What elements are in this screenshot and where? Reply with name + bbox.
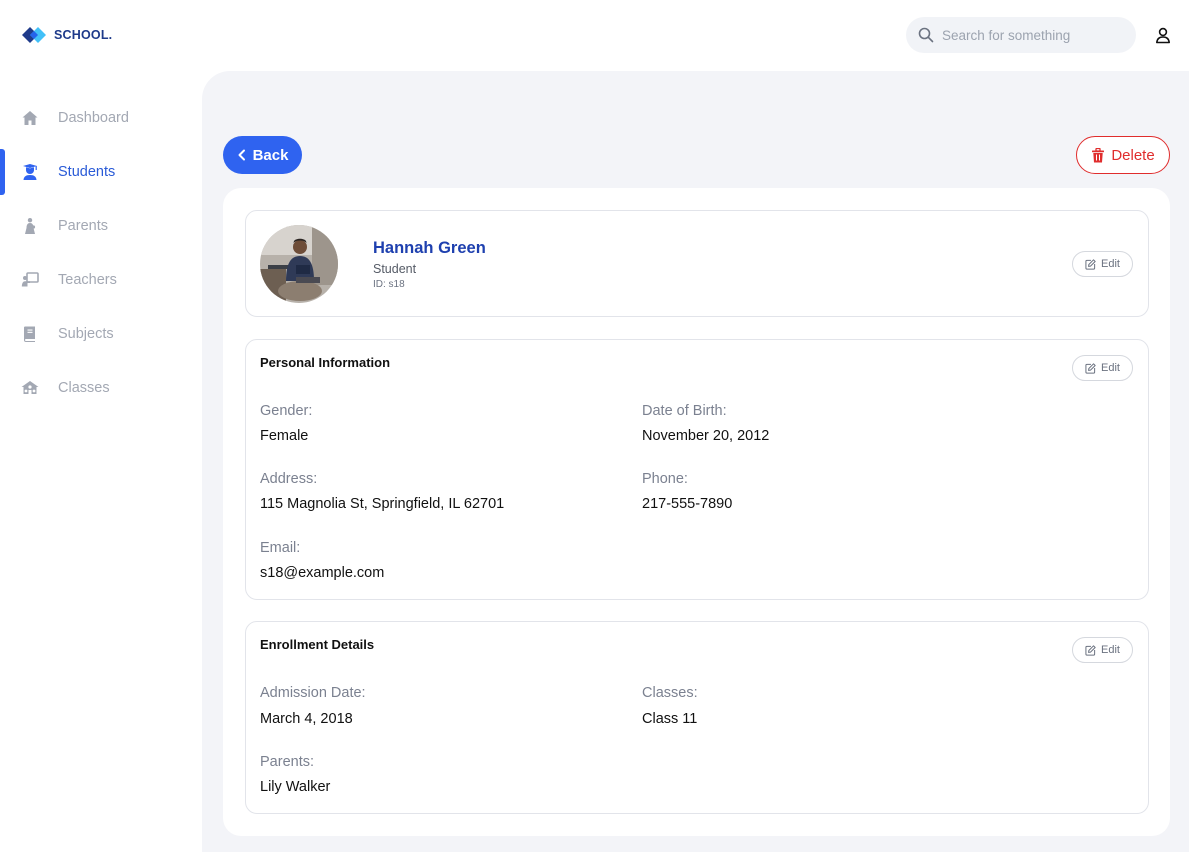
- sidebar-item-label: Parents: [58, 218, 108, 234]
- edit-icon: [1085, 644, 1096, 656]
- trash-icon: [1092, 147, 1105, 162]
- sidebar-item-label: Classes: [58, 380, 110, 396]
- search-bar[interactable]: [906, 17, 1136, 53]
- chalkboard-teacher-icon: [21, 271, 39, 289]
- enrollment-details-card: Enrollment Details Edit Admission Date: …: [245, 621, 1149, 814]
- dob-label: Date of Birth:: [642, 403, 727, 419]
- sidebar-item-classes[interactable]: Classes: [0, 365, 202, 411]
- address-value: 115 Magnolia St, Springfield, IL 62701: [260, 496, 505, 512]
- logo[interactable]: SCHOOL.: [22, 24, 112, 46]
- classes-label: Classes:: [642, 685, 698, 701]
- sidebar-item-students[interactable]: Students: [0, 149, 202, 195]
- gender-label: Gender:: [260, 403, 313, 419]
- edit-profile-button[interactable]: Edit: [1072, 251, 1133, 277]
- chevron-left-icon: [238, 149, 245, 161]
- classes-value: Class 11: [642, 711, 698, 727]
- logo-mark-icon: [22, 27, 46, 43]
- student-detail-panel: Hannah Green Student ID: s18 Edit Person…: [223, 188, 1170, 836]
- phone-label: Phone:: [642, 471, 688, 487]
- search-icon: [918, 27, 934, 43]
- main-content: Back Delete Hannah Green Student ID: s18…: [202, 71, 1189, 852]
- school-building-icon: [21, 379, 39, 397]
- email-label: Email:: [260, 540, 301, 556]
- edit-label: Edit: [1101, 362, 1120, 374]
- edit-personal-info-button[interactable]: Edit: [1072, 355, 1133, 381]
- parent-child-icon: [21, 217, 39, 235]
- sidebar-item-label: Dashboard: [58, 110, 129, 126]
- back-button-label: Back: [252, 146, 289, 164]
- sidebar-item-label: Subjects: [58, 326, 114, 342]
- avatar: [260, 225, 338, 303]
- edit-label: Edit: [1101, 258, 1120, 270]
- dob-value: November 20, 2012: [642, 428, 770, 444]
- student-role: Student: [373, 262, 417, 276]
- search-input[interactable]: [942, 27, 1122, 43]
- phone-value: 217-555-7890: [642, 496, 733, 512]
- parents-label: Parents:: [260, 754, 314, 770]
- sidebar-item-label: Students: [58, 164, 116, 180]
- sidebar-item-subjects[interactable]: Subjects: [0, 311, 202, 357]
- student-name: Hannah Green: [373, 239, 486, 257]
- sidebar: Dashboard Students Parents Teachers Subj…: [0, 71, 202, 852]
- parents-value: Lily Walker: [260, 779, 331, 795]
- gender-value: Female: [260, 428, 309, 444]
- sidebar-item-teachers[interactable]: Teachers: [0, 257, 202, 303]
- address-label: Address:: [260, 471, 318, 487]
- user-icon[interactable]: [1154, 26, 1172, 44]
- edit-label: Edit: [1101, 644, 1120, 656]
- personal-information-card: Personal Information Edit Gender: Female…: [245, 339, 1149, 600]
- top-bar: SCHOOL.: [0, 0, 1189, 71]
- edit-icon: [1085, 362, 1096, 374]
- back-button[interactable]: Back: [223, 136, 302, 174]
- brand-name: SCHOOL.: [54, 28, 113, 42]
- sidebar-item-label: Teachers: [58, 272, 117, 288]
- book-icon: [21, 325, 39, 343]
- section-title: Enrollment Details: [260, 637, 375, 652]
- delete-button-label: Delete: [1111, 146, 1155, 164]
- edit-icon: [1085, 258, 1096, 270]
- graduation-cap-icon: [21, 163, 39, 181]
- sidebar-item-dashboard[interactable]: Dashboard: [0, 95, 202, 141]
- home-icon: [21, 109, 39, 127]
- section-title: Personal Information: [260, 355, 391, 370]
- delete-button[interactable]: Delete: [1076, 136, 1170, 174]
- admission-date-value: March 4, 2018: [260, 711, 353, 727]
- email-value: s18@example.com: [260, 565, 385, 581]
- admission-date-label: Admission Date:: [260, 685, 366, 701]
- edit-enrollment-button[interactable]: Edit: [1072, 637, 1133, 663]
- profile-card: Hannah Green Student ID: s18 Edit: [245, 210, 1149, 317]
- student-id: ID: s18: [373, 279, 405, 290]
- sidebar-item-parents[interactable]: Parents: [0, 203, 202, 249]
